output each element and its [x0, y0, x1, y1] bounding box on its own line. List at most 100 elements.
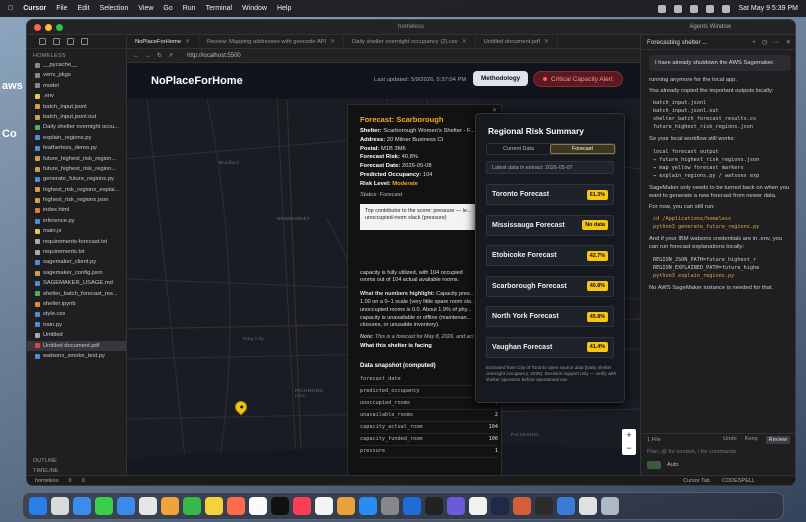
forward-icon[interactable]: → — [145, 53, 151, 59]
file-item[interactable]: inference.py — [27, 216, 126, 226]
chrome-icon[interactable] — [469, 497, 487, 515]
apple-icon[interactable]:  — [8, 5, 13, 12]
url-field[interactable]: http://localhost:5500 — [187, 53, 241, 59]
file-item[interactable]: requirements.txt — [27, 247, 126, 257]
status-icon[interactable] — [658, 4, 667, 13]
file-item[interactable]: watsonx_smoke_test.py — [27, 351, 126, 361]
tab-current-data[interactable]: Current Data — [487, 144, 550, 154]
editor-tab[interactable]: NoPlaceForHome ✕ — [127, 35, 199, 48]
file-item[interactable]: model — [27, 81, 126, 91]
file-item[interactable]: generate_future_regions.py — [27, 174, 126, 184]
agents-window-button[interactable]: Agents Window — [689, 24, 731, 30]
file-item[interactable]: featherless_demo.py — [27, 143, 126, 153]
menu-edit[interactable]: Edit — [77, 5, 89, 12]
safari-icon[interactable] — [73, 497, 91, 515]
finder-icon[interactable] — [29, 497, 47, 515]
file-item[interactable]: index.html — [27, 205, 126, 215]
region-row[interactable]: Vaughan Forecast 41.4% — [486, 336, 614, 358]
back-icon[interactable]: ← — [133, 53, 139, 59]
site-brand[interactable]: NoPlaceForHome — [151, 75, 243, 87]
file-item[interactable]: future_highest_risk_region... — [27, 154, 126, 164]
region-row[interactable]: Scarborough Forecast 40.8% — [486, 275, 614, 297]
discord-icon[interactable] — [447, 497, 465, 515]
preview-icon[interactable] — [579, 497, 597, 515]
file-item[interactable]: batch_input.jsonl — [27, 102, 126, 112]
file-item[interactable]: main.js — [27, 226, 126, 236]
pages-icon[interactable] — [337, 497, 355, 515]
region-row[interactable]: Mississauga Forecast No data — [486, 214, 614, 236]
file-item[interactable]: .env — [27, 91, 126, 101]
region-row[interactable]: Toronto Forecast 61.3% — [486, 184, 614, 205]
chat-title[interactable]: Forecasting shelter ... — [647, 39, 708, 46]
region-row[interactable]: Etobicoke Forecast 42.7% — [486, 245, 614, 266]
review-button[interactable]: Review — [765, 435, 790, 444]
file-item[interactable]: Untitled — [27, 330, 126, 340]
facetime-icon[interactable] — [183, 497, 201, 515]
file-item[interactable]: highest_risk_regions.json — [27, 195, 126, 205]
claude-icon[interactable] — [513, 497, 531, 515]
tab-forecast[interactable]: Forecast — [550, 144, 615, 154]
file-item[interactable]: explain_regions.py — [27, 133, 126, 143]
menu-go[interactable]: Go — [163, 5, 172, 12]
vscode-icon[interactable] — [403, 497, 421, 515]
menu-view[interactable]: View — [138, 5, 153, 12]
file-item[interactable]: requirements-forecast.txt — [27, 237, 126, 247]
region-row[interactable]: North York Forecast 45.8% — [486, 306, 614, 327]
zoom-out-button[interactable]: − — [622, 442, 636, 455]
file-item[interactable]: highest_risk_regions_explai... — [27, 185, 126, 195]
wifi-icon[interactable] — [706, 4, 715, 13]
close-icon[interactable]: ✕ — [786, 39, 791, 46]
chat-input[interactable]: Plan, @ for context, / for commands — [641, 445, 795, 459]
menu-run[interactable]: Run — [183, 5, 196, 12]
music-icon[interactable] — [293, 497, 311, 515]
open-external-icon[interactable]: ↗ — [168, 52, 173, 59]
news-icon[interactable] — [315, 497, 333, 515]
search-icon[interactable] — [722, 4, 731, 13]
files-icon[interactable] — [39, 38, 46, 45]
warnings-count[interactable]: 0 — [82, 478, 85, 484]
more-icon[interactable]: ⋯ — [773, 39, 779, 46]
photos-icon[interactable] — [161, 497, 179, 515]
mail-icon[interactable] — [117, 497, 135, 515]
outline-section[interactable]: OUTLINE — [27, 457, 126, 467]
source-control-icon[interactable] — [67, 38, 74, 45]
menu-terminal[interactable]: Terminal — [206, 5, 232, 12]
close-icon[interactable]: ✕ — [185, 39, 190, 45]
file-item[interactable]: batch_input.jsonl.out — [27, 112, 126, 122]
file-item[interactable]: train.py — [27, 320, 126, 330]
menu-clock[interactable]: Sat May 9 5:39 PM — [738, 5, 798, 12]
critical-alert-button[interactable]: Critical Capacity Alert — [533, 71, 623, 87]
file-item[interactable]: sagemaker_client.py — [27, 257, 126, 267]
close-icon[interactable]: ✕ — [462, 39, 467, 45]
errors-count[interactable]: 0 — [69, 478, 72, 484]
extensions-icon[interactable] — [81, 38, 88, 45]
zoom-in-button[interactable]: + — [622, 429, 636, 442]
status-icon[interactable] — [690, 4, 699, 13]
terminal-icon[interactable] — [535, 497, 553, 515]
file-item[interactable]: style.css — [27, 309, 126, 319]
app-icon[interactable] — [557, 497, 575, 515]
undo-button[interactable]: Undo — [723, 436, 736, 444]
file-item[interactable]: shelter_batch_forecast_res... — [27, 289, 126, 299]
calendar-icon[interactable] — [139, 497, 157, 515]
file-item[interactable]: future_highest_risk_region... — [27, 164, 126, 174]
settings-icon[interactable] — [381, 497, 399, 515]
add-icon[interactable]: + — [752, 39, 756, 46]
status-icon[interactable] — [674, 4, 683, 13]
file-item[interactable]: __pycache__ — [27, 60, 126, 70]
reminders-icon[interactable] — [227, 497, 245, 515]
codespell-status[interactable]: CODESPELL — [722, 478, 755, 484]
branch-indicator[interactable]: homeless — [35, 478, 59, 484]
file-item[interactable]: Daily shelter overnight occu... — [27, 122, 126, 132]
app-store-icon[interactable] — [359, 497, 377, 515]
search-icon[interactable] — [53, 38, 60, 45]
keep-button[interactable]: Keep — [745, 436, 758, 444]
changed-files[interactable]: 1 File — [647, 437, 661, 443]
history-icon[interactable]: ◷ — [762, 39, 768, 46]
close-icon[interactable]: ✕ — [544, 39, 549, 45]
map[interactable]: Bradford NEWMARKET King City RICHMOND HI… — [127, 99, 640, 477]
menu-selection[interactable]: Selection — [100, 5, 129, 12]
trash-icon[interactable] — [601, 497, 619, 515]
editor-tab[interactable]: Daily shelter overnight occupancy (2).cs… — [344, 35, 476, 48]
infinity-icon[interactable] — [647, 461, 661, 469]
